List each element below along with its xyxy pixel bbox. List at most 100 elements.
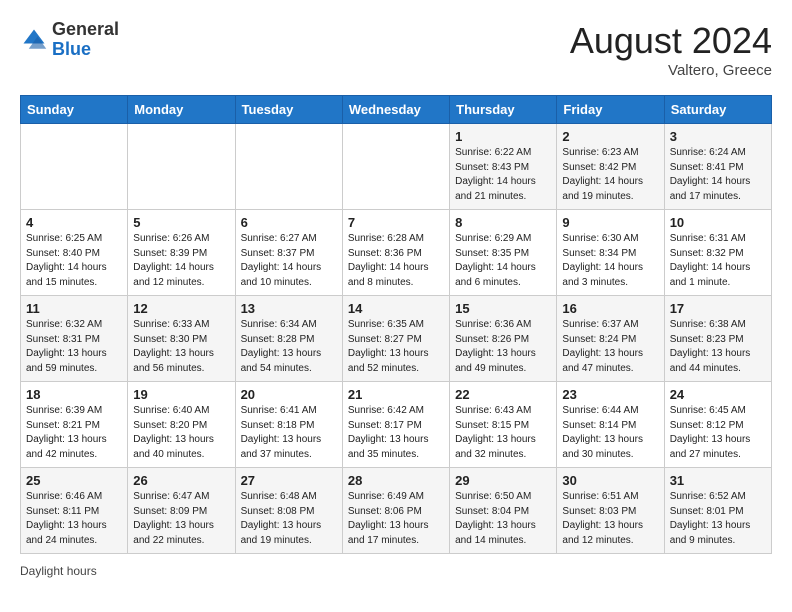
calendar-cell: 1 Sunrise: 6:22 AM Sunset: 8:43 PM Daylig…	[450, 124, 557, 210]
day-info: Sunrise: 6:48 AM Sunset: 8:08 PM Dayligh…	[241, 490, 337, 548]
title-block: August 2024 Valtero, Greece	[570, 20, 772, 79]
header-sunday: Sunday	[21, 96, 128, 124]
header-friday: Friday	[557, 96, 664, 124]
month-year-title: August 2024	[570, 20, 772, 62]
day-number: 11	[26, 301, 122, 316]
day-info: Sunrise: 6:39 AM Sunset: 8:21 PM Dayligh…	[26, 404, 122, 462]
day-info: Sunrise: 6:34 AM Sunset: 8:28 PM Dayligh…	[241, 318, 337, 376]
day-info: Sunrise: 6:43 AM Sunset: 8:15 PM Dayligh…	[455, 404, 551, 462]
day-info: Sunrise: 6:50 AM Sunset: 8:04 PM Dayligh…	[455, 490, 551, 548]
calendar-week-1: 4 Sunrise: 6:25 AM Sunset: 8:40 PM Daylig…	[21, 210, 772, 296]
calendar-header-row: SundayMondayTuesdayWednesdayThursdayFrid…	[21, 96, 772, 124]
day-info: Sunrise: 6:52 AM Sunset: 8:01 PM Dayligh…	[670, 490, 766, 548]
logo-general-text: General	[52, 19, 119, 39]
calendar-cell: 11 Sunrise: 6:32 AM Sunset: 8:31 PM Dayli…	[21, 296, 128, 382]
calendar-cell: 2 Sunrise: 6:23 AM Sunset: 8:42 PM Daylig…	[557, 124, 664, 210]
day-number: 29	[455, 473, 551, 488]
day-number: 16	[562, 301, 658, 316]
day-number: 10	[670, 215, 766, 230]
calendar-cell: 25Sunrise: 6:46 AM Sunset: 8:11 PM Dayli…	[21, 468, 128, 554]
day-number: 20	[241, 387, 337, 402]
header-tuesday: Tuesday	[235, 96, 342, 124]
logo-blue-text: Blue	[52, 39, 91, 59]
calendar-cell: 14Sunrise: 6:35 AM Sunset: 8:27 PM Dayli…	[342, 296, 449, 382]
day-number: 26	[133, 473, 229, 488]
day-number: 4	[26, 215, 122, 230]
day-number: 12	[133, 301, 229, 316]
calendar-cell: 15Sunrise: 6:36 AM Sunset: 8:26 PM Dayli…	[450, 296, 557, 382]
day-info: Sunrise: 6:22 AM Sunset: 8:43 PM Dayligh…	[455, 146, 551, 204]
calendar-cell: 12 Sunrise: 6:33 AM Sunset: 8:30 PM Dayli…	[128, 296, 235, 382]
day-info: Sunrise: 6:23 AM Sunset: 8:42 PM Dayligh…	[562, 146, 658, 204]
day-number: 6	[241, 215, 337, 230]
page-header: General Blue August 2024 Valtero, Greece	[20, 20, 772, 79]
calendar-cell: 9 Sunrise: 6:30 AM Sunset: 8:34 PM Daylig…	[557, 210, 664, 296]
day-number: 9	[562, 215, 658, 230]
day-info: Sunrise: 6:51 AM Sunset: 8:03 PM Dayligh…	[562, 490, 658, 548]
calendar-cell: 16 Sunrise: 6:37 AM Sunset: 8:24 PM Dayli…	[557, 296, 664, 382]
calendar-cell	[342, 124, 449, 210]
day-info: Sunrise: 6:45 AM Sunset: 8:12 PM Dayligh…	[670, 404, 766, 462]
calendar-cell: 8Sunrise: 6:29 AM Sunset: 8:35 PM Daylig…	[450, 210, 557, 296]
day-info: Sunrise: 6:42 AM Sunset: 8:17 PM Dayligh…	[348, 404, 444, 462]
day-number: 3	[670, 129, 766, 144]
calendar-week-0: 1 Sunrise: 6:22 AM Sunset: 8:43 PM Daylig…	[21, 124, 772, 210]
calendar-cell: 26 Sunrise: 6:47 AM Sunset: 8:09 PM Dayli…	[128, 468, 235, 554]
day-info: Sunrise: 6:44 AM Sunset: 8:14 PM Dayligh…	[562, 404, 658, 462]
day-info: Sunrise: 6:27 AM Sunset: 8:37 PM Dayligh…	[241, 232, 337, 290]
day-info: Sunrise: 6:41 AM Sunset: 8:18 PM Dayligh…	[241, 404, 337, 462]
day-number: 18	[26, 387, 122, 402]
header-wednesday: Wednesday	[342, 96, 449, 124]
calendar-cell: 29 Sunrise: 6:50 AM Sunset: 8:04 PM Dayli…	[450, 468, 557, 554]
calendar-cell: 7 Sunrise: 6:28 AM Sunset: 8:36 PM Daylig…	[342, 210, 449, 296]
day-number: 31	[670, 473, 766, 488]
calendar-cell: 27Sunrise: 6:48 AM Sunset: 8:08 PM Dayli…	[235, 468, 342, 554]
day-info: Sunrise: 6:31 AM Sunset: 8:32 PM Dayligh…	[670, 232, 766, 290]
day-info: Sunrise: 6:28 AM Sunset: 8:36 PM Dayligh…	[348, 232, 444, 290]
day-info: Sunrise: 6:37 AM Sunset: 8:24 PM Dayligh…	[562, 318, 658, 376]
day-info: Sunrise: 6:33 AM Sunset: 8:30 PM Dayligh…	[133, 318, 229, 376]
day-info: Sunrise: 6:47 AM Sunset: 8:09 PM Dayligh…	[133, 490, 229, 548]
day-number: 19	[133, 387, 229, 402]
day-number: 1	[455, 129, 551, 144]
day-number: 28	[348, 473, 444, 488]
day-number: 2	[562, 129, 658, 144]
calendar-cell: 20 Sunrise: 6:41 AM Sunset: 8:18 PM Dayli…	[235, 382, 342, 468]
calendar-cell: 18 Sunrise: 6:39 AM Sunset: 8:21 PM Dayli…	[21, 382, 128, 468]
calendar-cell	[128, 124, 235, 210]
calendar-cell: 24 Sunrise: 6:45 AM Sunset: 8:12 PM Dayli…	[664, 382, 771, 468]
calendar-week-3: 18 Sunrise: 6:39 AM Sunset: 8:21 PM Dayli…	[21, 382, 772, 468]
day-number: 22	[455, 387, 551, 402]
day-info: Sunrise: 6:29 AM Sunset: 8:35 PM Dayligh…	[455, 232, 551, 290]
day-info: Sunrise: 6:30 AM Sunset: 8:34 PM Dayligh…	[562, 232, 658, 290]
day-info: Sunrise: 6:32 AM Sunset: 8:31 PM Dayligh…	[26, 318, 122, 376]
calendar-cell: 5Sunrise: 6:26 AM Sunset: 8:39 PM Daylig…	[128, 210, 235, 296]
day-number: 14	[348, 301, 444, 316]
calendar-cell	[235, 124, 342, 210]
day-info: Sunrise: 6:25 AM Sunset: 8:40 PM Dayligh…	[26, 232, 122, 290]
calendar-cell: 31 Sunrise: 6:52 AM Sunset: 8:01 PM Dayli…	[664, 468, 771, 554]
day-info: Sunrise: 6:24 AM Sunset: 8:41 PM Dayligh…	[670, 146, 766, 204]
calendar-cell: 21 Sunrise: 6:42 AM Sunset: 8:17 PM Dayli…	[342, 382, 449, 468]
day-number: 13	[241, 301, 337, 316]
day-number: 15	[455, 301, 551, 316]
header-monday: Monday	[128, 96, 235, 124]
calendar-cell	[21, 124, 128, 210]
header-thursday: Thursday	[450, 96, 557, 124]
calendar-week-2: 11 Sunrise: 6:32 AM Sunset: 8:31 PM Dayli…	[21, 296, 772, 382]
day-number: 21	[348, 387, 444, 402]
logo: General Blue	[20, 20, 119, 60]
location-subtitle: Valtero, Greece	[570, 62, 772, 79]
calendar-cell: 6 Sunrise: 6:27 AM Sunset: 8:37 PM Daylig…	[235, 210, 342, 296]
calendar-cell: 10 Sunrise: 6:31 AM Sunset: 8:32 PM Dayli…	[664, 210, 771, 296]
day-number: 24	[670, 387, 766, 402]
calendar-week-4: 25Sunrise: 6:46 AM Sunset: 8:11 PM Dayli…	[21, 468, 772, 554]
footer: Daylight hours	[20, 564, 772, 578]
day-info: Sunrise: 6:38 AM Sunset: 8:23 PM Dayligh…	[670, 318, 766, 376]
calendar-cell: 19Sunrise: 6:40 AM Sunset: 8:20 PM Dayli…	[128, 382, 235, 468]
day-number: 5	[133, 215, 229, 230]
day-number: 30	[562, 473, 658, 488]
calendar-cell: 28Sunrise: 6:49 AM Sunset: 8:06 PM Dayli…	[342, 468, 449, 554]
day-number: 7	[348, 215, 444, 230]
calendar-cell: 3 Sunrise: 6:24 AM Sunset: 8:41 PM Daylig…	[664, 124, 771, 210]
